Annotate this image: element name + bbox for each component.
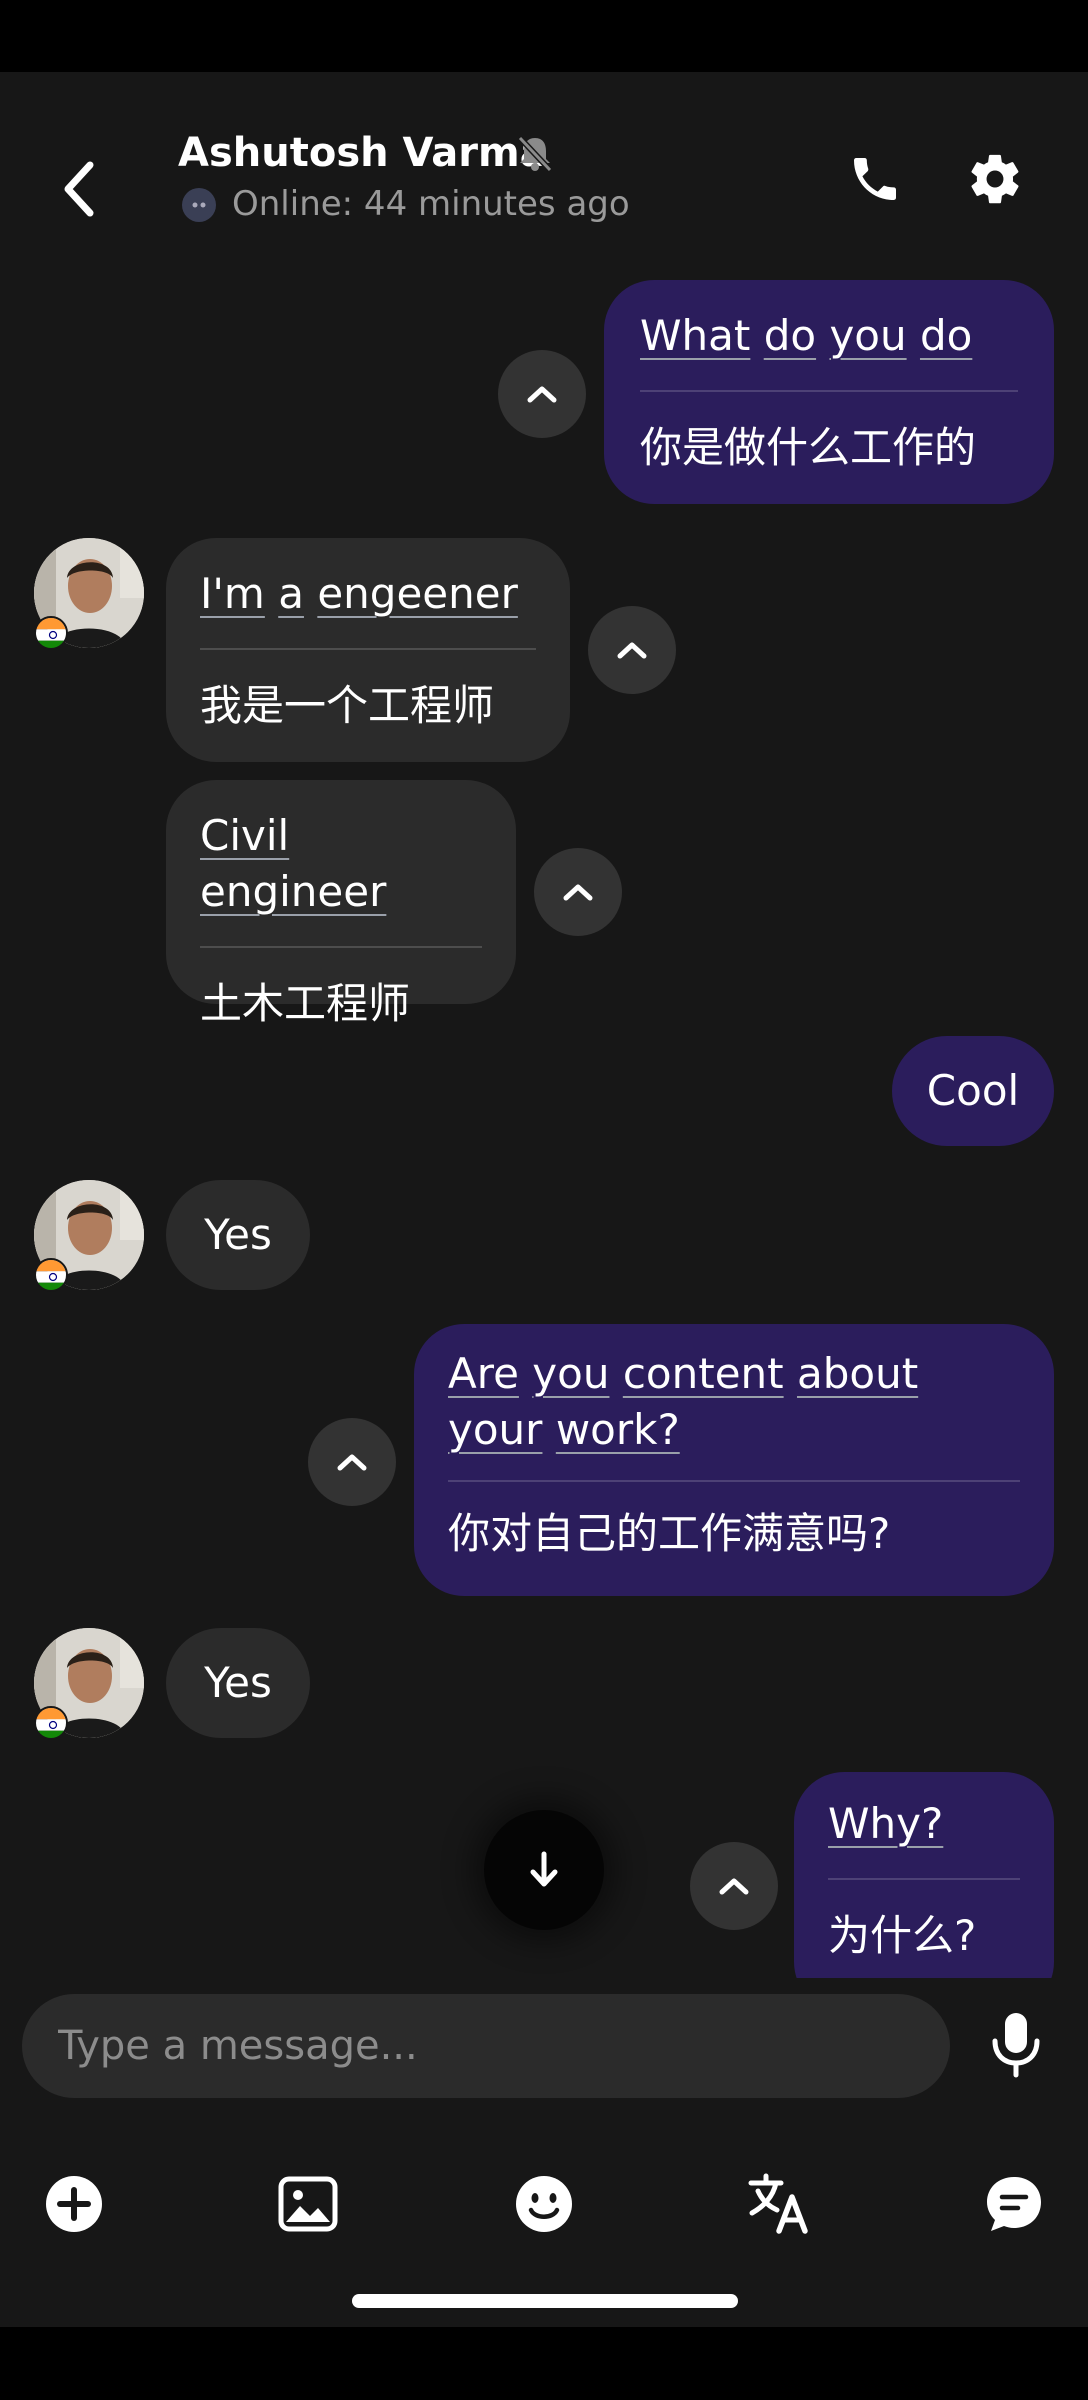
voice-message-button[interactable] bbox=[976, 2000, 1056, 2090]
translation-divider bbox=[200, 946, 482, 948]
word-token[interactable]: Why? bbox=[828, 1799, 943, 1848]
chat-screen: Ashutosh Varma Online: 44 minutes ago Wh… bbox=[0, 72, 1088, 2327]
message-bubble-incoming[interactable]: Civil engineer 土木工程师 bbox=[166, 780, 516, 1028]
translation-toggle-button[interactable] bbox=[588, 606, 676, 694]
translation-divider bbox=[448, 1480, 1020, 1482]
message-translation-text: 我是一个工程师 bbox=[200, 681, 495, 730]
status-indicator-icon bbox=[182, 188, 216, 222]
translation-toggle-button[interactable] bbox=[498, 350, 586, 438]
message-bubble-outgoing[interactable]: Are you content about your work? 你对自己的工作… bbox=[414, 1324, 1054, 1596]
send-image-button[interactable] bbox=[268, 2164, 348, 2244]
emoji-icon bbox=[516, 2176, 572, 2232]
message-bubble-incoming[interactable]: Yes bbox=[166, 1628, 310, 1738]
message-bubble-incoming[interactable]: Yes bbox=[166, 1180, 310, 1290]
chevron-up-icon bbox=[719, 1878, 749, 1895]
translation-divider bbox=[200, 648, 536, 650]
message-original-text: Civil engineer bbox=[200, 808, 482, 920]
word-token[interactable]: you bbox=[532, 1349, 609, 1398]
call-button[interactable] bbox=[840, 144, 910, 214]
message-original-text: Are you content about your work? bbox=[448, 1346, 1020, 1458]
translation-toggle-button[interactable] bbox=[308, 1418, 396, 1506]
message-input[interactable] bbox=[56, 2022, 916, 2070]
message-text: Cool bbox=[926, 1066, 1020, 1115]
contact-name[interactable]: Ashutosh Varma bbox=[178, 130, 547, 176]
scroll-to-bottom-button[interactable] bbox=[484, 1810, 604, 1930]
message-translation-text: 为什么? bbox=[828, 1911, 977, 1960]
arrow-down-icon bbox=[530, 1851, 558, 1887]
word-token[interactable]: about bbox=[797, 1349, 918, 1398]
translation-toggle-button[interactable] bbox=[690, 1842, 778, 1930]
translation-toggle-button[interactable] bbox=[534, 848, 622, 936]
word-token[interactable]: you bbox=[829, 311, 906, 360]
chevron-up-icon bbox=[617, 642, 647, 659]
add-circle-icon bbox=[46, 2176, 102, 2232]
word-token[interactable]: Civil bbox=[200, 811, 289, 860]
word-token[interactable]: do bbox=[764, 311, 816, 360]
settings-button[interactable] bbox=[960, 144, 1030, 214]
message-original-text: What do you do bbox=[640, 308, 1018, 364]
message-bubble-incoming[interactable]: I'm a engeener 我是一个工程师 bbox=[166, 538, 570, 762]
gear-icon bbox=[971, 154, 1019, 204]
word-token[interactable]: content bbox=[623, 1349, 784, 1398]
back-button[interactable] bbox=[50, 144, 110, 234]
word-token[interactable]: I'm bbox=[200, 569, 265, 618]
india-flag-icon bbox=[34, 1258, 68, 1292]
word-token[interactable]: engeener bbox=[317, 569, 518, 618]
message-bubble-outgoing[interactable]: Why? 为什么? bbox=[794, 1772, 1054, 1978]
home-indicator[interactable] bbox=[352, 2294, 738, 2308]
india-flag-icon bbox=[34, 1706, 68, 1740]
chevron-up-icon bbox=[563, 884, 593, 901]
quick-replies-button[interactable] bbox=[974, 2164, 1054, 2244]
back-arrow-icon bbox=[64, 161, 94, 217]
emoji-button[interactable] bbox=[504, 2164, 584, 2244]
add-attachment-button[interactable] bbox=[34, 2164, 114, 2244]
word-token[interactable]: work? bbox=[556, 1405, 680, 1454]
india-flag-icon bbox=[34, 616, 68, 650]
chat-bubble-icon bbox=[987, 2177, 1041, 2231]
word-token[interactable]: a bbox=[278, 569, 304, 618]
word-token[interactable]: Are bbox=[448, 1349, 519, 1398]
translation-divider bbox=[828, 1878, 1020, 1880]
message-translation-text: 你对自己的工作满意吗? bbox=[448, 1509, 891, 1558]
contact-avatar[interactable] bbox=[34, 538, 144, 650]
message-text: Yes bbox=[204, 1210, 272, 1259]
translate-icon bbox=[748, 2173, 808, 2234]
microphone-icon bbox=[992, 2013, 1040, 2078]
contact-avatar[interactable] bbox=[34, 1180, 144, 1292]
message-translation-text: 你是做什么工作的 bbox=[640, 423, 977, 472]
translate-button[interactable] bbox=[740, 2164, 820, 2244]
bell-muted-icon bbox=[514, 132, 556, 174]
message-translation-text: 土木工程师 bbox=[200, 979, 411, 1028]
message-bubble-outgoing[interactable]: Cool bbox=[892, 1036, 1054, 1146]
word-token[interactable]: What bbox=[640, 311, 750, 360]
contact-avatar[interactable] bbox=[34, 1628, 144, 1740]
word-token[interactable]: engineer bbox=[200, 867, 386, 916]
message-original-text: Why? bbox=[828, 1796, 1020, 1852]
phone-icon bbox=[854, 158, 896, 200]
word-token[interactable]: your bbox=[448, 1405, 542, 1454]
message-original-text: I'm a engeener bbox=[200, 566, 536, 622]
translation-divider bbox=[640, 390, 1018, 392]
online-status: Online: 44 minutes ago bbox=[232, 184, 630, 224]
image-icon bbox=[278, 2176, 338, 2232]
message-composer[interactable] bbox=[22, 1994, 950, 2098]
chevron-up-icon bbox=[527, 386, 557, 403]
message-text: Yes bbox=[204, 1658, 272, 1707]
message-bubble-outgoing[interactable]: What do you do 你是做什么工作的 bbox=[604, 280, 1054, 504]
word-token[interactable]: do bbox=[920, 311, 972, 360]
chevron-up-icon bbox=[337, 1454, 367, 1471]
